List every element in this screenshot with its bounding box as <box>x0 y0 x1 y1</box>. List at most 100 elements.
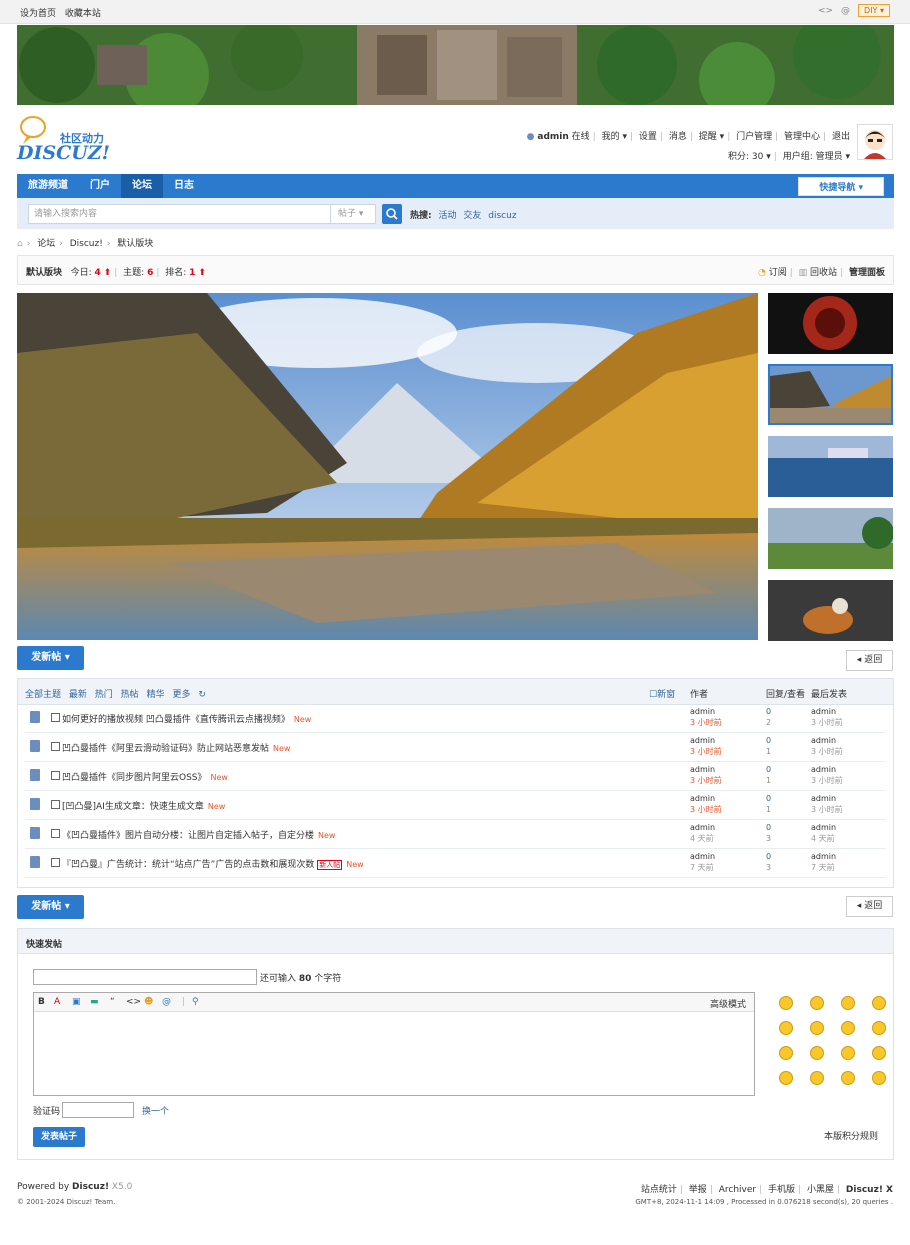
thread-author[interactable]: admin <box>690 706 722 717</box>
logout-link[interactable]: 退出 <box>832 132 850 142</box>
code-icon[interactable]: <> <box>818 6 833 16</box>
smiley-icon[interactable] <box>872 1046 886 1060</box>
submit-post-button[interactable]: 发表帖子 <box>33 1127 85 1147</box>
slideshow-thumb[interactable] <box>768 508 893 569</box>
thread-row[interactable]: 凹凸曼插件《阿里云滑动验证码》防止网站恶意发帖 New admin 3 小时前 0 1 ad… <box>25 733 886 762</box>
last-poster[interactable]: admin <box>811 706 843 717</box>
subscribe-link[interactable]: 订阅 <box>769 268 787 278</box>
smiley-icon[interactable]: ☻ <box>144 997 153 1007</box>
footer-brand-link[interactable]: Discuz! X <box>846 1185 893 1195</box>
message-editor[interactable]: B A ▣ ▬ “ <> ☻ @ | ⚲ 高级模式 <box>33 992 755 1096</box>
smiley-icon[interactable] <box>841 996 855 1010</box>
thread-row[interactable]: [凹凸曼]AI生成文章：快速生成文章 New admin 3 小时前 0 1 admin 3 … <box>25 791 886 820</box>
search-input[interactable]: 请输入搜索内容 <box>28 204 331 224</box>
quote-icon[interactable]: “ <box>110 997 115 1007</box>
back-button[interactable]: ◂ 返回 <box>846 650 893 671</box>
breadcrumb-forum[interactable]: 论坛 <box>37 239 55 249</box>
last-poster[interactable]: admin <box>811 735 843 746</box>
smiley-icon[interactable] <box>779 996 793 1010</box>
thread-row[interactable]: 『凹凸曼』广告统计：统计“站点广告”广告的点击数和展现次数 新人帖 New admi… <box>25 849 886 878</box>
nav-item-travel[interactable]: 旅游频道 <box>17 174 79 198</box>
usergroup-menu[interactable]: 用户组: 管理员 <box>783 152 843 162</box>
thread-author[interactable]: admin <box>690 764 722 775</box>
thread-checkbox[interactable] <box>51 829 60 838</box>
thread-author[interactable]: admin <box>690 851 715 862</box>
breadcrumb-current[interactable]: 默认版块 <box>117 239 153 249</box>
nav-item-blog[interactable]: 日志 <box>163 174 205 198</box>
thread-title[interactable]: [凹凸曼]AI生成文章：快速生成文章 New <box>62 799 225 812</box>
credits-menu[interactable]: 积分: 30 <box>728 152 763 162</box>
subject-input[interactable] <box>33 969 257 985</box>
slideshow-thumb[interactable] <box>768 580 893 641</box>
quick-nav-button[interactable]: 快捷导航 ▾ <box>798 177 884 196</box>
footer-link[interactable]: 小黑屋 <box>807 1185 834 1195</box>
thread-author[interactable]: admin <box>690 735 722 746</box>
smiley-icon[interactable] <box>872 1071 886 1085</box>
smiley-icon[interactable] <box>810 996 824 1010</box>
thread-checkbox[interactable] <box>51 800 60 809</box>
my-menu[interactable]: 我的 <box>602 132 620 142</box>
new-post-button[interactable]: 发新帖 ▾ <box>17 646 84 670</box>
username[interactable]: admin <box>537 132 568 142</box>
font-color-icon[interactable]: A <box>54 997 60 1007</box>
slideshow-thumb-selected[interactable] <box>768 364 893 425</box>
tab-digest[interactable]: 精华 <box>147 690 165 700</box>
back-button[interactable]: ◂ 返回 <box>846 896 893 917</box>
thread-title[interactable]: 凹凸曼插件《阿里云滑动验证码》防止网站恶意发帖 New <box>62 741 290 754</box>
footer-link[interactable]: 站点统计 <box>641 1185 677 1195</box>
thread-row[interactable]: 《凹凸曼插件》图片自动分楼：让图片自定插入帖子，自定分楼 New admin 4 天前… <box>25 820 886 849</box>
nav-item-forum[interactable]: 论坛 <box>121 174 163 198</box>
footer-link[interactable]: Archiver <box>719 1185 756 1195</box>
set-home-link[interactable]: 设为首页 <box>20 9 56 19</box>
thread-title[interactable]: 《凹凸曼插件》图片自动分楼：让图片自定插入帖子，自定分楼 New <box>62 828 335 841</box>
site-logo[interactable]: 社区动力 DISCUZ! <box>17 116 117 164</box>
tab-hot-posts[interactable]: 热帖 <box>121 690 139 700</box>
footer-brand-link[interactable]: Discuz! <box>72 1182 109 1192</box>
new-post-button[interactable]: 发新帖 ▾ <box>17 895 84 919</box>
footer-link[interactable]: 手机版 <box>768 1185 795 1195</box>
link-icon[interactable]: ▬ <box>90 997 99 1007</box>
thread-checkbox[interactable] <box>51 771 60 780</box>
remind-link[interactable]: 提醒 <box>699 132 717 142</box>
recycle-link[interactable]: 回收站 <box>810 268 837 278</box>
home-icon[interactable]: ⌂ <box>17 239 23 249</box>
thread-title[interactable]: 如何更好的播放视频 凹凸曼插件《直传腾讯云点播视频》 New <box>62 712 311 725</box>
thread-title[interactable]: 凹凸曼插件《同步图片阿里云OSS》 New <box>62 770 228 783</box>
smiley-icon[interactable] <box>872 996 886 1010</box>
advanced-mode-link[interactable]: 高级模式 <box>710 997 746 1010</box>
smiley-icon[interactable] <box>841 1046 855 1060</box>
smiley-icon[interactable] <box>872 1021 886 1035</box>
bookmark-link[interactable]: 收藏本站 <box>65 9 101 19</box>
footer-link[interactable]: 举报 <box>689 1185 707 1195</box>
captcha-input[interactable] <box>62 1102 134 1118</box>
tab-all[interactable]: 全部主题 <box>25 690 61 700</box>
search-button[interactable] <box>382 204 402 224</box>
slideshow-main-image[interactable] <box>17 293 758 640</box>
refresh-icon[interactable]: ↻ <box>198 690 206 700</box>
search-type-select[interactable]: 帖子 ▾ <box>330 204 376 224</box>
new-window-toggle[interactable]: ☐新窗 <box>649 687 675 700</box>
thread-author[interactable]: admin <box>690 793 722 804</box>
hot-search-link[interactable]: discuz <box>488 211 516 221</box>
at-icon[interactable]: @ <box>162 997 171 1007</box>
tab-latest[interactable]: 最新 <box>69 690 87 700</box>
smiley-icon[interactable] <box>779 1021 793 1035</box>
smiley-icon[interactable] <box>779 1046 793 1060</box>
last-poster[interactable]: admin <box>811 851 836 862</box>
tab-hot[interactable]: 热门 <box>95 690 113 700</box>
slideshow-thumb[interactable] <box>768 293 893 354</box>
image-icon[interactable]: ▣ <box>72 997 81 1007</box>
captcha-change-link[interactable]: 换一个 <box>142 1104 169 1117</box>
thread-row[interactable]: 凹凸曼插件《同步图片阿里云OSS》 New admin 3 小时前 0 1 admin 3 小… <box>25 762 886 791</box>
thread-checkbox[interactable] <box>51 713 60 722</box>
attachment-icon[interactable]: ⚲ <box>192 997 199 1007</box>
thread-checkbox[interactable] <box>51 858 60 867</box>
smiley-icon[interactable] <box>779 1071 793 1085</box>
last-poster[interactable]: admin <box>811 793 843 804</box>
manage-panel-link[interactable]: 管理面板 <box>849 268 885 278</box>
smiley-icon[interactable] <box>810 1046 824 1060</box>
thread-row[interactable]: 如何更好的播放视频 凹凸曼插件《直传腾讯云点播视频》 New admin 3 小时前 0… <box>25 704 886 733</box>
hot-search-link[interactable]: 活动 <box>438 211 456 221</box>
thread-title[interactable]: 『凹凸曼』广告统计：统计“站点广告”广告的点击数和展现次数 新人帖 New <box>62 857 364 870</box>
smiley-icon[interactable] <box>810 1021 824 1035</box>
